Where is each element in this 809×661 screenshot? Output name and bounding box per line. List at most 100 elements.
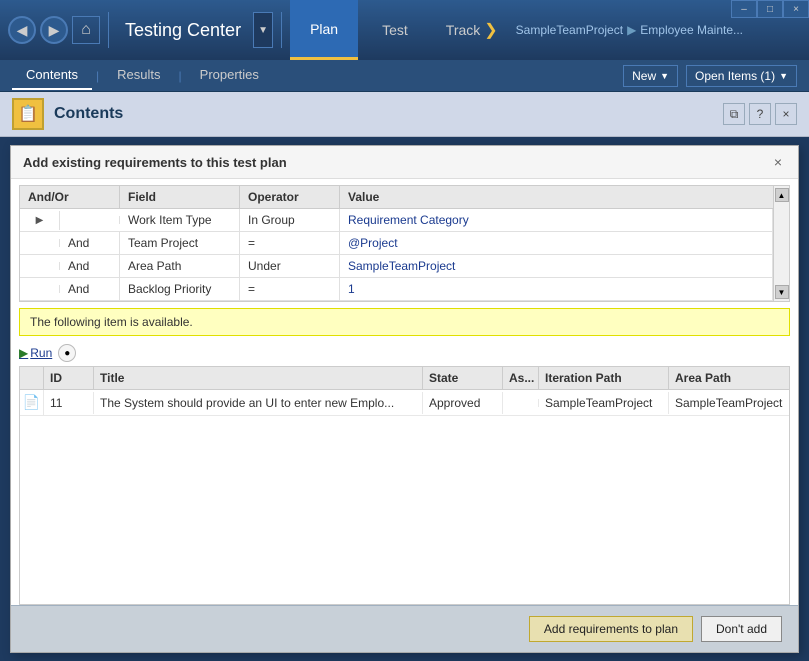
content-header: 📋 Contents ⧉ ? × bbox=[0, 92, 809, 137]
breadcrumb: SampleTeamProject ▶ Employee Mainte... bbox=[516, 23, 743, 37]
tab-properties[interactable]: Properties bbox=[186, 61, 273, 90]
run-row: ▶ Run ● bbox=[19, 344, 790, 362]
content-title: Contents bbox=[54, 105, 123, 123]
help-button[interactable]: ? bbox=[749, 103, 771, 125]
query-grid-header: And/Or Field Operator Value bbox=[20, 186, 773, 209]
row3-operator: Under bbox=[240, 255, 340, 277]
result-state: Approved bbox=[423, 392, 503, 414]
forward-button[interactable]: ▶ bbox=[40, 16, 68, 44]
row1-value: Requirement Category bbox=[340, 209, 773, 231]
col-andor: And/Or bbox=[20, 186, 120, 208]
doc-icon: 📄 bbox=[23, 394, 40, 411]
query-row-4[interactable]: And Backlog Priority = 1 bbox=[20, 278, 773, 301]
dialog: Add existing requirements to this test p… bbox=[10, 145, 799, 653]
row2-value: @Project bbox=[340, 232, 773, 254]
row1-operator: In Group bbox=[240, 209, 340, 231]
result-icon: 📄 bbox=[20, 390, 44, 415]
result-assigned bbox=[503, 399, 539, 407]
result-title: The System should provide an UI to enter… bbox=[94, 392, 423, 414]
dialog-close-button[interactable]: × bbox=[770, 154, 786, 170]
window-controls: – □ × bbox=[731, 0, 809, 18]
row2-operator: = bbox=[240, 232, 340, 254]
rth-assigned[interactable]: As... bbox=[503, 367, 539, 389]
row1-andor bbox=[60, 216, 120, 224]
track-button[interactable]: Track ❯ bbox=[432, 0, 512, 60]
tab-results[interactable]: Results bbox=[103, 61, 174, 90]
dialog-footer: Add requirements to plan Don't add bbox=[11, 605, 798, 652]
run-button[interactable]: ▶ Run bbox=[19, 346, 52, 360]
row2-andor: And bbox=[60, 232, 120, 254]
main-content: 📋 Contents ⧉ ? × Add existing requiremen… bbox=[0, 92, 809, 661]
row2-field: Team Project bbox=[120, 232, 240, 254]
dont-add-button[interactable]: Don't add bbox=[701, 616, 782, 642]
row4-value: 1 bbox=[340, 278, 773, 300]
result-iteration: SampleTeamProject bbox=[539, 392, 669, 414]
contents-icon-symbol: 📋 bbox=[18, 104, 38, 124]
app-title: Testing Center bbox=[117, 20, 249, 41]
query-row-2[interactable]: And Team Project = @Project bbox=[20, 232, 773, 255]
row1-field: Work Item Type bbox=[120, 209, 240, 231]
col-operator: Operator bbox=[240, 186, 340, 208]
new-label: New bbox=[632, 69, 656, 83]
scroll-up[interactable]: ▲ bbox=[775, 188, 789, 202]
result-area: SampleTeamProject bbox=[669, 392, 789, 414]
track-label: Track bbox=[446, 22, 480, 38]
row2-blank bbox=[20, 239, 60, 247]
breadcrumb-project: SampleTeamProject bbox=[516, 23, 623, 37]
minimize-button[interactable]: – bbox=[731, 0, 757, 18]
content-close-button[interactable]: × bbox=[775, 103, 797, 125]
scroll-down[interactable]: ▼ bbox=[775, 285, 789, 299]
dialog-title-bar: Add existing requirements to this test p… bbox=[11, 146, 798, 179]
open-items-label: Open Items (1) bbox=[695, 69, 775, 83]
rth-state[interactable]: State bbox=[423, 367, 503, 389]
query-scrollbar[interactable]: ▲ ▼ bbox=[773, 186, 789, 301]
contents-icon: 📋 bbox=[12, 98, 44, 130]
results-table: ID Title State As... Iteration Path Area… bbox=[19, 366, 790, 605]
run-label: Run bbox=[30, 346, 52, 360]
test-tab[interactable]: Test bbox=[362, 0, 428, 60]
breadcrumb-page: Employee Mainte... bbox=[640, 23, 743, 37]
add-requirements-button[interactable]: Add requirements to plan bbox=[529, 616, 693, 642]
row4-blank bbox=[20, 285, 60, 293]
export-button[interactable]: ⧉ bbox=[723, 103, 745, 125]
query-grid: And/Or Field Operator Value ▶ Work Item … bbox=[19, 185, 790, 302]
row4-andor: And bbox=[60, 278, 120, 300]
toolbar-actions: New ▼ Open Items (1) ▼ bbox=[623, 65, 797, 87]
row3-value: SampleTeamProject bbox=[340, 255, 773, 277]
tab-contents[interactable]: Contents bbox=[12, 61, 92, 90]
rth-title[interactable]: Title bbox=[94, 367, 423, 389]
run-icon: ▶ bbox=[19, 346, 28, 360]
app-dropdown-button[interactable]: ▼ bbox=[253, 12, 273, 48]
app-window: ◀ ▶ ⌂ Testing Center ▼ Plan Test Track ❯… bbox=[0, 0, 809, 661]
new-button[interactable]: New ▼ bbox=[623, 65, 678, 87]
maximize-button[interactable]: □ bbox=[757, 0, 783, 18]
rth-icon bbox=[20, 367, 44, 389]
col-field: Field bbox=[120, 186, 240, 208]
results-notice: The following item is available. bbox=[19, 308, 790, 336]
dialog-title: Add existing requirements to this test p… bbox=[23, 155, 287, 170]
row3-field: Area Path bbox=[120, 255, 240, 277]
results-table-header: ID Title State As... Iteration Path Area… bbox=[20, 367, 789, 390]
col-value: Value bbox=[340, 186, 773, 208]
plan-tab[interactable]: Plan bbox=[290, 0, 358, 60]
rth-id[interactable]: ID bbox=[44, 367, 94, 389]
close-button[interactable]: × bbox=[783, 0, 809, 18]
row4-operator: = bbox=[240, 278, 340, 300]
query-grid-inner: And/Or Field Operator Value ▶ Work Item … bbox=[20, 186, 773, 301]
row3-andor: And bbox=[60, 255, 120, 277]
run-extra-button[interactable]: ● bbox=[58, 344, 76, 362]
row4-field: Backlog Priority bbox=[120, 278, 240, 300]
result-id: 11 bbox=[44, 392, 94, 414]
row1-arrow: ▶ bbox=[20, 211, 60, 230]
rth-iteration[interactable]: Iteration Path bbox=[539, 367, 669, 389]
content-header-actions: ⧉ ? × bbox=[723, 103, 797, 125]
result-row-1[interactable]: 📄 11 The System should provide an UI to … bbox=[20, 390, 789, 416]
home-button[interactable]: ⌂ bbox=[72, 16, 100, 44]
query-row-1[interactable]: ▶ Work Item Type In Group Requirement Ca… bbox=[20, 209, 773, 232]
new-dropdown-icon: ▼ bbox=[660, 71, 669, 81]
query-row-3[interactable]: And Area Path Under SampleTeamProject bbox=[20, 255, 773, 278]
open-items-button[interactable]: Open Items (1) ▼ bbox=[686, 65, 797, 87]
rth-area[interactable]: Area Path bbox=[669, 367, 789, 389]
back-button[interactable]: ◀ bbox=[8, 16, 36, 44]
divider bbox=[108, 12, 109, 48]
